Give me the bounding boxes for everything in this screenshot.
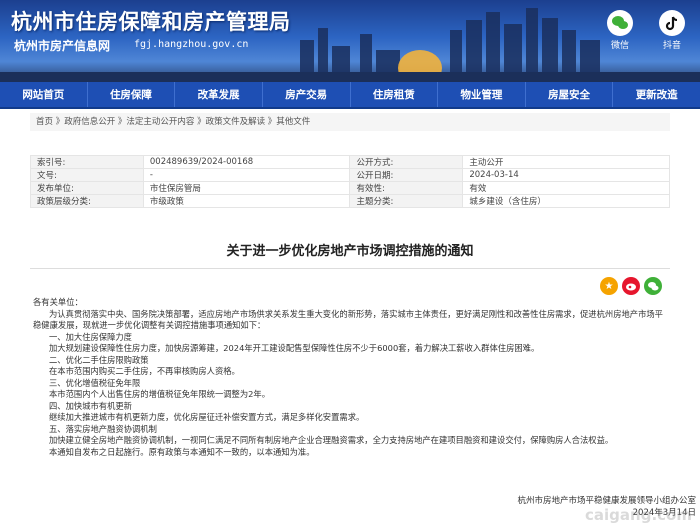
- nav-item-reform[interactable]: 改革发展: [175, 82, 263, 107]
- intro-paragraph: 为认真贯彻落实中央、国务院决策部署，适应房地产市场供求关系发生重大变化的新形势，…: [33, 308, 663, 331]
- nav-item-trading[interactable]: 房产交易: [263, 82, 351, 107]
- info-value: -: [142, 168, 351, 182]
- info-key: 有效性:: [349, 181, 464, 195]
- divider: [30, 268, 670, 269]
- document-info-table: 索引号: 002489639/2024-00168 公开方式: 主动公开 文号:…: [30, 155, 670, 208]
- nav-item-safety[interactable]: 房屋安全: [526, 82, 614, 107]
- info-value: 主动公开: [462, 155, 670, 169]
- wechat-label: 微信: [610, 41, 629, 51]
- nav-item-home[interactable]: 网站首页: [0, 82, 88, 107]
- wechat-link[interactable]: 微信: [600, 10, 640, 51]
- douyin-label: 抖音: [662, 41, 681, 51]
- section-title: 五、落实房地产融资协调机制: [49, 423, 157, 434]
- header-banner: 杭州市住房保障和房产管理局 杭州市房产信息网 fgj.hangzhou.gov.…: [0, 0, 700, 82]
- section-text: 在本市范围内购买二手住房，不再审核购房人资格。: [49, 366, 240, 376]
- main-nav: 网站首页 住房保障 改革发展 房产交易 住房租赁 物业管理 房屋安全 更新改造: [0, 82, 700, 109]
- table-row: 索引号: 002489639/2024-00168 公开方式: 主动公开: [30, 155, 670, 169]
- table-row: 发布单位: 市住保房管局 有效性: 有效: [30, 181, 670, 195]
- info-key: 索引号:: [30, 155, 144, 169]
- breadcrumb[interactable]: 首页 》政府信息公开 》法定主动公开内容 》政策文件及解读 》其他文件: [30, 113, 670, 131]
- info-value: 2024-03-14: [462, 168, 670, 182]
- section-text: 加快建立健全房地产融资协调机制，一视同仁满足不同所有制房地产企业合理融资需求，全…: [49, 435, 614, 445]
- info-value: 002489639/2024-00168: [142, 155, 351, 169]
- favorite-icon[interactable]: ★: [600, 277, 618, 295]
- closing-paragraph: 本通知自发布之日起施行。原有政策与本通知不一致的，以本通知为准。: [49, 446, 315, 457]
- document-title: 关于进一步优化房地产市场调控措施的通知: [226, 244, 474, 259]
- site-domain: fgj.hangzhou.gov.cn: [134, 39, 249, 50]
- info-value: 市级政策: [142, 194, 351, 208]
- section-text: 加大规划建设保障性住房力度，加快房源筹建，2024年开工建设配售型保障性住房不少…: [49, 343, 540, 353]
- info-key: 发布单位:: [30, 181, 144, 195]
- douyin-link[interactable]: 抖音: [652, 10, 692, 51]
- section-title: 三、优化增值税征免年限: [49, 377, 141, 388]
- section-title: 四、加快城市有机更新: [49, 400, 132, 411]
- section-title: 一、加大住房保障力度: [49, 331, 132, 342]
- table-row: 文号: - 公开日期: 2024-03-14: [30, 168, 670, 182]
- info-key: 文号:: [30, 168, 144, 182]
- info-value: 城乡建设（含住房）: [462, 194, 670, 208]
- document-body: 各有关单位： 为认真贯彻落实中央、国务院决策部署，适应房地产市场供求关系发生重大…: [33, 297, 669, 458]
- section-text: 本市范围内个人出售住房的增值税征免年限统一调整为2年。: [49, 389, 270, 399]
- site-subtitle: 杭州市房产信息网: [14, 39, 111, 53]
- info-key: 主题分类:: [349, 194, 464, 208]
- nav-item-renewal[interactable]: 更新改造: [613, 82, 700, 107]
- wechat-icon: [607, 10, 633, 36]
- nav-item-property[interactable]: 物业管理: [438, 82, 526, 107]
- wechat-share-icon[interactable]: [644, 277, 662, 295]
- nav-item-housing-security[interactable]: 住房保障: [88, 82, 176, 107]
- douyin-icon: [659, 10, 685, 36]
- info-key: 公开方式:: [349, 155, 464, 169]
- nav-item-rental[interactable]: 住房租赁: [351, 82, 439, 107]
- watermark: caigang.com: [585, 506, 692, 524]
- salutation: 各有关单位：: [33, 297, 83, 307]
- section-title: 二、优化二手住房限购政策: [49, 354, 149, 365]
- section-text: 继续加大推进城市有机更新力度，优化房屋征迁补偿安置方式，满足多样化安置需求。: [49, 412, 365, 422]
- info-key: 公开日期:: [349, 168, 464, 182]
- table-row: 政策层级分类: 市级政策 主题分类: 城乡建设（含住房）: [30, 194, 670, 208]
- site-title: 杭州市住房保障和房产管理局: [11, 9, 291, 34]
- info-key: 政策层级分类:: [30, 194, 144, 208]
- weibo-share-icon[interactable]: [622, 277, 640, 295]
- info-value: 市住保房管局: [142, 181, 351, 195]
- info-value: 有效: [462, 181, 670, 195]
